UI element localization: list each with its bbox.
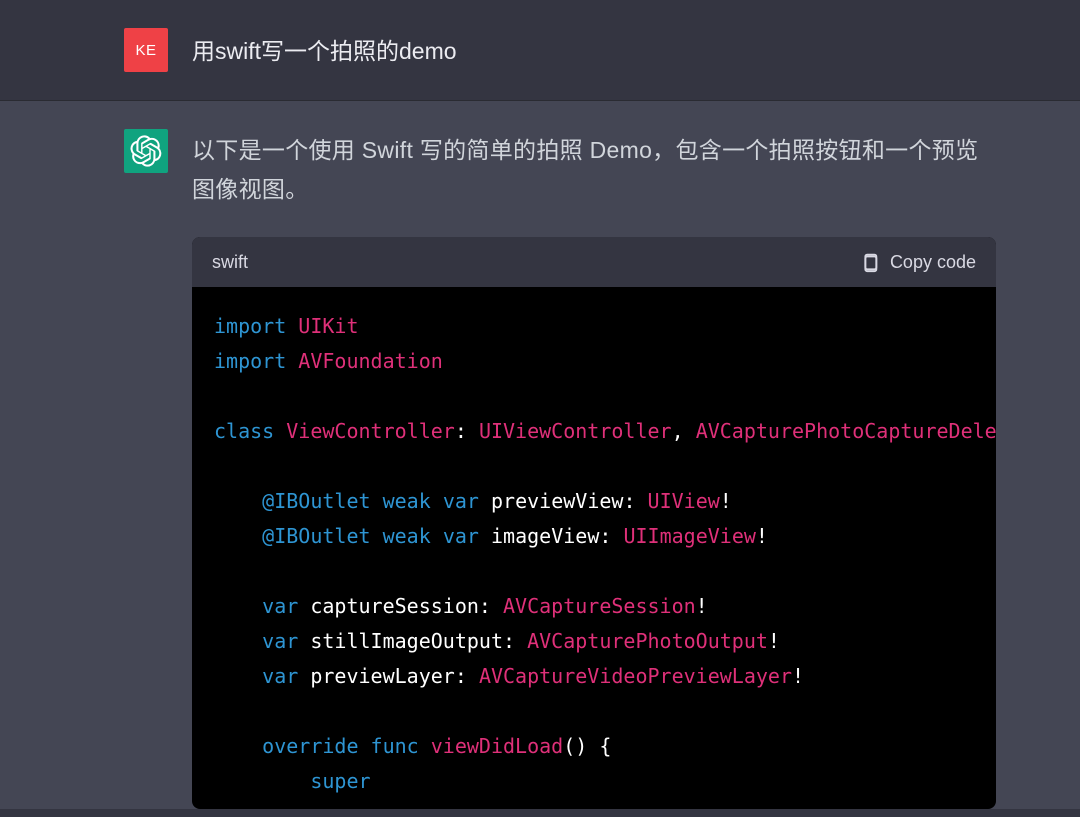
code-token: : [479, 594, 503, 618]
code-token: @IBOutlet [262, 489, 370, 513]
code-token: var [443, 524, 479, 548]
assistant-avatar [124, 129, 168, 173]
code-token: @IBOutlet [262, 524, 370, 548]
code-token: func [371, 734, 419, 758]
code-token: { [587, 734, 611, 758]
assistant-intro-text: 以下是一个使用 Swift 写的简单的拍照 Demo，包含一个拍照按钮和一个预览… [192, 129, 996, 209]
code-token: UIKit [298, 314, 358, 338]
code-token: import [214, 349, 286, 373]
code-token: var [443, 489, 479, 513]
code-block: swift Copy code import UIKit import AVFo… [192, 237, 996, 809]
clipboard-icon [858, 251, 880, 273]
user-avatar: KE [124, 28, 168, 72]
user-row-inner: KE 用swift写一个拍照的demo [60, 28, 1020, 72]
code-token: viewDidLoad [431, 734, 563, 758]
code-token: ! [696, 594, 708, 618]
copy-code-button[interactable]: Copy code [858, 251, 976, 273]
code-token: : [455, 664, 479, 688]
openai-logo-icon [130, 135, 162, 167]
assistant-content: 以下是一个使用 Swift 写的简单的拍照 Demo，包含一个拍照按钮和一个预览… [192, 129, 996, 809]
code-token: weak [383, 524, 431, 548]
code-token: () [563, 734, 587, 758]
code-token: var [262, 629, 298, 653]
code-token: ! [756, 524, 768, 548]
user-message-row: KE 用swift写一个拍照的demo [0, 0, 1080, 101]
code-token: stillImageOutput [310, 629, 503, 653]
code-token: var [262, 664, 298, 688]
assistant-message-row: 以下是一个使用 Swift 写的简单的拍照 Demo，包含一个拍照按钮和一个预览… [0, 101, 1080, 809]
code-token: AVCapturePhotoOutput [527, 629, 768, 653]
code-token: : [455, 419, 479, 443]
code-body[interactable]: import UIKit import AVFoundation class V… [192, 287, 996, 809]
code-token: super [310, 769, 370, 793]
code-token: AVCaptureVideoPreviewLayer [479, 664, 792, 688]
code-token: ! [720, 489, 732, 513]
assistant-row-inner: 以下是一个使用 Swift 写的简单的拍照 Demo，包含一个拍照按钮和一个预览… [60, 129, 1020, 809]
code-language-label: swift [212, 252, 248, 273]
code-token: override [262, 734, 358, 758]
code-token: imageView [491, 524, 599, 548]
code-token: AVCapturePhotoCaptureDele [696, 419, 996, 443]
code-token: previewView [491, 489, 623, 513]
code-token: AVCaptureSession [503, 594, 696, 618]
copy-code-label: Copy code [890, 252, 976, 273]
code-token: UIViewController [479, 419, 672, 443]
code-header: swift Copy code [192, 237, 996, 287]
code-token: UIView [648, 489, 720, 513]
code-token: , [672, 419, 696, 443]
user-message-text: 用swift写一个拍照的demo [192, 28, 457, 69]
code-token: UIImageView [623, 524, 755, 548]
code-token: ViewController [286, 419, 455, 443]
code-token: captureSession [310, 594, 479, 618]
code-token: : [599, 524, 623, 548]
code-token: weak [383, 489, 431, 513]
code-token: AVFoundation [298, 349, 443, 373]
code-token: : [503, 629, 527, 653]
code-token: class [214, 419, 274, 443]
code-token: ! [768, 629, 780, 653]
code-token: previewLayer [310, 664, 455, 688]
code-token: ! [792, 664, 804, 688]
code-token: import [214, 314, 286, 338]
code-token: : [623, 489, 647, 513]
code-token: var [262, 594, 298, 618]
